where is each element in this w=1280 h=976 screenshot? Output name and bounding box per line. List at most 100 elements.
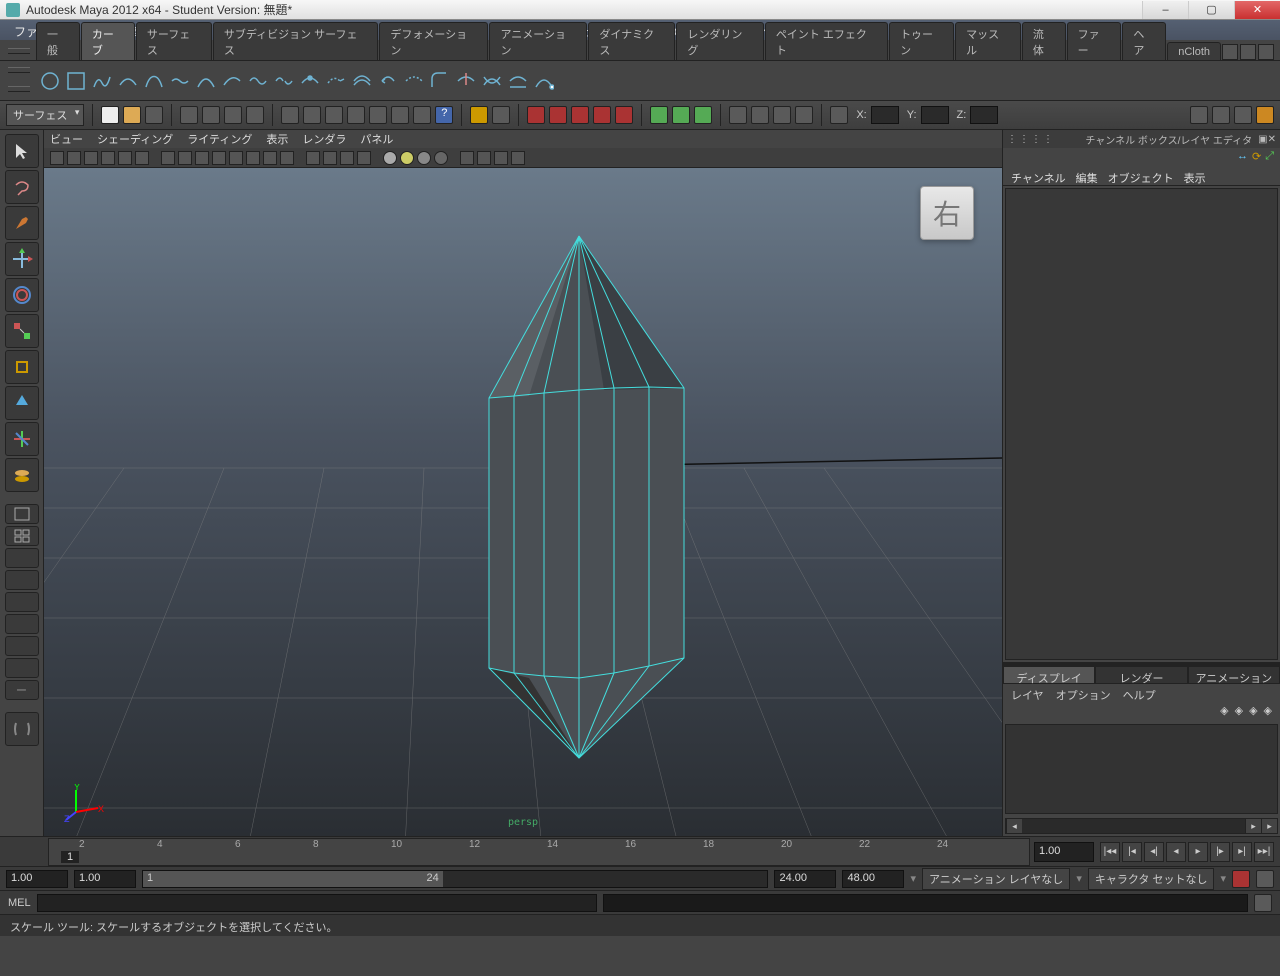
attribute-editor-icon[interactable] xyxy=(1190,106,1208,124)
shelf-tab-ダイナミクス[interactable]: ダイナミクス xyxy=(588,22,675,60)
vp-tool-1[interactable] xyxy=(50,151,64,165)
history-icon[interactable] xyxy=(492,106,510,124)
outliner-view-icon[interactable] xyxy=(5,548,39,568)
autokey-icon[interactable] xyxy=(1232,870,1250,888)
vp-tool-4[interactable] xyxy=(101,151,115,165)
project-curve-icon[interactable] xyxy=(508,71,528,91)
shelf-tab-サブディビジョン サーフェス[interactable]: サブディビジョン サーフェス xyxy=(213,22,379,60)
construction2-icon[interactable] xyxy=(672,106,690,124)
minimize-button[interactable]: – xyxy=(1142,1,1188,19)
layer-list[interactable] xyxy=(1005,724,1278,814)
custom-view1-icon[interactable] xyxy=(5,614,39,634)
coord-z-input[interactable] xyxy=(970,106,998,124)
vp-light-sphere-1[interactable] xyxy=(383,151,397,165)
panel-undock-icon[interactable]: ▣ xyxy=(1258,134,1267,145)
open-scene-icon[interactable] xyxy=(123,106,141,124)
play-forward-button[interactable]: ▸ xyxy=(1188,842,1208,862)
renderview-icon[interactable] xyxy=(773,106,791,124)
script-editor-icon[interactable] xyxy=(1254,894,1272,912)
lock-icon[interactable] xyxy=(470,106,488,124)
panel-close-icon[interactable]: ✕ xyxy=(1268,134,1276,145)
ep-curve-icon[interactable] xyxy=(92,71,112,91)
universal-manip-tool[interactable] xyxy=(5,350,39,384)
layer-tab-アニメーション[interactable]: アニメーション xyxy=(1188,666,1280,684)
vp-shade-5[interactable] xyxy=(229,151,243,165)
manip-move-icon[interactable]: ↔ xyxy=(1237,150,1248,164)
save-scene-icon[interactable] xyxy=(145,106,163,124)
vp-tool-6[interactable] xyxy=(135,151,149,165)
pencil-curve-icon[interactable] xyxy=(170,71,190,91)
shelf-tab-アニメーション[interactable]: アニメーション xyxy=(489,22,587,60)
single-view-icon[interactable] xyxy=(5,504,39,524)
vp-light-sphere-4[interactable] xyxy=(434,151,448,165)
shelf-menu[interactable] xyxy=(1258,44,1274,60)
tool-settings-icon[interactable] xyxy=(1212,106,1230,124)
range-thumb[interactable]: 1 24 xyxy=(143,871,443,887)
square-curve-icon[interactable] xyxy=(66,71,86,91)
go-end-button[interactable]: ▸▸| xyxy=(1254,842,1274,862)
play-back-button[interactable]: ◂ xyxy=(1166,842,1186,862)
step-back-key-button[interactable]: |◂ xyxy=(1122,842,1142,862)
shelf-tab-デフォメーション[interactable]: デフォメーション xyxy=(379,22,488,60)
manip-rotate-icon[interactable]: ⟳ xyxy=(1252,150,1261,164)
range-end-outer[interactable]: 48.00 xyxy=(842,870,904,888)
curve-tool-icon[interactable] xyxy=(534,71,554,91)
vp-menu-表示[interactable]: 表示 xyxy=(266,131,288,147)
maximize-button[interactable]: ▢ xyxy=(1188,1,1234,19)
shelf-tab-ヘア[interactable]: ヘア xyxy=(1122,22,1166,60)
vp-light-2[interactable] xyxy=(323,151,337,165)
persp-graph-icon[interactable] xyxy=(5,570,39,590)
vp-menu-パネル[interactable]: パネル xyxy=(360,131,393,147)
snap-point-icon[interactable] xyxy=(325,106,343,124)
step-back-button[interactable]: ◂| xyxy=(1144,842,1164,862)
channel-menu-編集[interactable]: 編集 xyxy=(1076,170,1098,181)
layer-editor-icon[interactable] xyxy=(1256,106,1274,124)
select-by-name-icon[interactable] xyxy=(180,106,198,124)
vp-tool-3[interactable] xyxy=(84,151,98,165)
snap-viewplane-icon[interactable] xyxy=(347,106,365,124)
rebuild-curve-icon[interactable] xyxy=(404,71,424,91)
circle-curve-icon[interactable] xyxy=(40,71,60,91)
step-forward-key-button[interactable]: ▸| xyxy=(1232,842,1252,862)
prefs-icon[interactable] xyxy=(1256,870,1274,888)
paint-select-tool[interactable] xyxy=(5,206,39,240)
layer-menu-レイヤ[interactable]: レイヤ xyxy=(1011,687,1044,699)
vp-light-sphere-3[interactable] xyxy=(417,151,431,165)
ipr-render-icon[interactable] xyxy=(751,106,769,124)
scale-tool[interactable] xyxy=(5,314,39,348)
move-tool[interactable] xyxy=(5,242,39,276)
show-manip-tool[interactable] xyxy=(5,422,39,456)
select-component-icon[interactable] xyxy=(246,106,264,124)
coord-x-input[interactable] xyxy=(871,106,899,124)
range-end-inner[interactable]: 24.00 xyxy=(774,870,836,888)
magnet5-icon[interactable] xyxy=(615,106,633,124)
range-track[interactable]: 1 24 xyxy=(142,870,768,888)
magnet2-icon[interactable] xyxy=(549,106,567,124)
insert-knot-icon[interactable] xyxy=(300,71,320,91)
vp-share-icon[interactable] xyxy=(511,151,525,165)
shelf-tab-ファー[interactable]: ファー xyxy=(1067,22,1122,60)
vp-wireframe-icon[interactable] xyxy=(494,151,508,165)
vp-light-3[interactable] xyxy=(340,151,354,165)
shelf-scroll-left[interactable] xyxy=(1222,44,1238,60)
offset-curve-icon[interactable] xyxy=(352,71,372,91)
vp-light-sphere-2[interactable] xyxy=(400,151,414,165)
layer-menu-ヘルプ[interactable]: ヘルプ xyxy=(1123,687,1156,699)
range-start-inner[interactable]: 1.00 xyxy=(74,870,136,888)
render-icon[interactable] xyxy=(729,106,747,124)
vp-shade-7[interactable] xyxy=(263,151,277,165)
hypershade-view-icon[interactable] xyxy=(5,592,39,612)
cv-curve-icon[interactable] xyxy=(118,71,138,91)
snap-grid-icon[interactable] xyxy=(281,106,299,124)
arc-icon[interactable] xyxy=(196,71,216,91)
fillet-curve-icon[interactable] xyxy=(430,71,450,91)
shelf-tab-カーブ[interactable]: カーブ xyxy=(81,22,135,60)
layer-scrollbar[interactable]: ◂▸▸ xyxy=(1005,818,1278,834)
detach-curve-icon[interactable] xyxy=(274,71,294,91)
bezier-icon[interactable] xyxy=(144,71,164,91)
vp-light-4[interactable] xyxy=(357,151,371,165)
vp-isolate-icon[interactable] xyxy=(460,151,474,165)
vp-shade-4[interactable] xyxy=(212,151,226,165)
layer-menu-オプション[interactable]: オプション xyxy=(1056,687,1111,699)
viewport-3d[interactable]: 右 YXZ persp xyxy=(44,168,1002,836)
